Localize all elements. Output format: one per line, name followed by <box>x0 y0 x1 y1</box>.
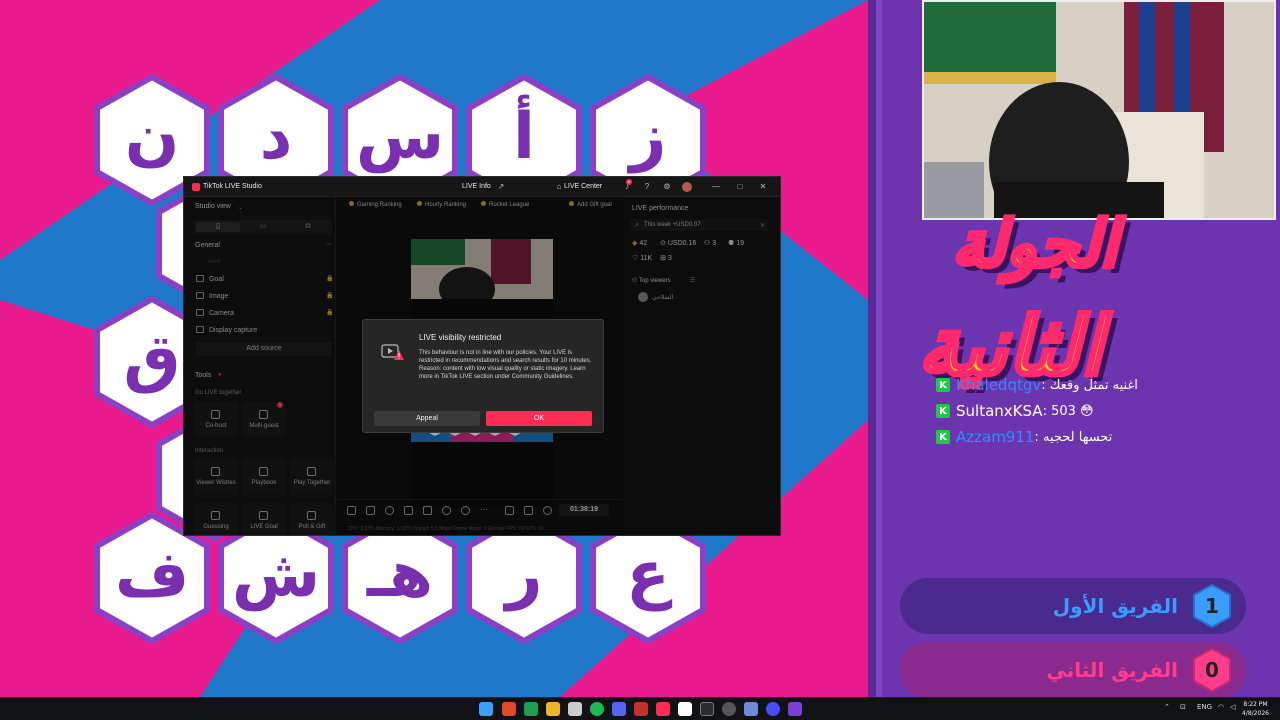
chat-badge: K <box>936 378 950 392</box>
clock-time: 8:22 PM <box>1243 701 1268 708</box>
language-indicator[interactable]: ENG <box>1197 703 1212 711</box>
share-icon[interactable]: ↗ <box>496 182 506 192</box>
dialog-title: LIVE visibility restricted <box>419 333 502 342</box>
chat-badge: K <box>936 430 950 444</box>
notepad-icon[interactable] <box>568 702 582 716</box>
capcut-icon[interactable] <box>678 702 692 716</box>
app-icon[interactable] <box>766 702 780 716</box>
brave-browser-icon[interactable] <box>502 702 516 716</box>
modal-overlay: LIVE visibility restricted This behaviou… <box>184 197 780 535</box>
help-icon[interactable]: ? <box>642 182 652 192</box>
chat-message: K Khaledqtgv : اغنيه تمثل وقعك <box>936 372 1236 398</box>
start-icon[interactable] <box>479 702 493 716</box>
network-icon[interactable]: ⊡ <box>1180 703 1186 711</box>
team-one-points: 1 <box>1205 594 1219 618</box>
notification-badge: 6 <box>626 179 632 185</box>
volume-icon[interactable]: ◁ <box>1230 703 1235 711</box>
team-one-score: الفريق الأول 1 <box>900 578 1246 634</box>
spotify-icon[interactable] <box>590 702 604 716</box>
team-two-points: 0 <box>1205 658 1219 682</box>
home-icon: ⌂ <box>556 182 562 191</box>
chat-overlay: K Khaledqtgv : اغنيه تمثل وقعك K Sultanx… <box>936 372 1236 450</box>
clock-date: 4/8/2026 <box>1242 710 1269 717</box>
xbox-icon[interactable] <box>524 702 538 716</box>
team-one-name: الفريق الأول <box>1052 594 1178 618</box>
tiktok-studio-icon[interactable] <box>656 702 670 716</box>
chat-text: : 503 😳 <box>1042 403 1094 419</box>
chat-message: K SultanxKSA : 503 😳 <box>936 398 1236 424</box>
system-clock[interactable]: 8:22 PM 4/8/2026 <box>1242 700 1269 718</box>
windows-taskbar: ⌃ ⊡ ENG ◠ ◁ 8:22 PM 4/8/2026 <box>0 697 1280 720</box>
chat-text: : تحسها لحجيه <box>1034 429 1113 445</box>
minimize-icon[interactable]: — <box>711 182 721 192</box>
visibility-restricted-dialog: LIVE visibility restricted This behaviou… <box>362 319 604 433</box>
team-two-badge: 0 <box>1192 647 1232 693</box>
file-explorer-icon[interactable] <box>546 702 560 716</box>
maximize-icon[interactable]: □ <box>735 182 745 192</box>
webcam-feed <box>922 0 1276 220</box>
app-icon[interactable] <box>788 702 802 716</box>
tiktok-logo-icon <box>192 183 200 191</box>
chat-username: Khaledqtgv <box>956 376 1042 394</box>
team-two-score: الفريق الثاني 0 <box>900 642 1246 698</box>
chat-text: : اغنيه تمثل وقعك <box>1041 377 1138 393</box>
window-title: TikTok LIVE Studio <box>203 183 262 190</box>
round-title-line1: الجولة <box>950 206 1119 284</box>
chat-message: K Azzam911 : تحسها لحجيه <box>936 424 1236 450</box>
dialog-message: This behaviour is not in line with our p… <box>419 350 592 380</box>
window-titlebar[interactable]: TikTok LIVE Studio LIVE Info ↗ ⌂ LIVE Ce… <box>184 177 780 197</box>
live-info-title[interactable]: LIVE Info <box>462 183 491 190</box>
ok-button[interactable]: OK <box>486 411 592 426</box>
wifi-icon[interactable]: ◠ <box>1218 703 1224 711</box>
chat-username: Azzam911 <box>956 428 1035 446</box>
close-icon[interactable]: ✕ <box>758 182 768 192</box>
user-avatar[interactable] <box>682 182 692 192</box>
team-one-badge: 1 <box>1192 583 1232 629</box>
webcam-image <box>924 2 1274 218</box>
app-icon[interactable] <box>700 702 714 716</box>
discord-icon[interactable] <box>612 702 626 716</box>
live-center-button[interactable]: LIVE Center <box>564 183 602 190</box>
chat-username: SultanxKSA <box>956 402 1043 420</box>
team-two-name: الفريق الثاني <box>1046 658 1178 682</box>
tray-chevron-icon[interactable]: ⌃ <box>1164 703 1170 711</box>
discord-ptb-icon[interactable] <box>744 702 758 716</box>
settings-gear-icon[interactable]: ⚙ <box>662 182 672 192</box>
tiktok-live-studio-window: TikTok LIVE Studio LIVE Info ↗ ⌂ LIVE Ce… <box>183 176 781 536</box>
appeal-button[interactable]: Appeal <box>374 411 480 426</box>
obs-icon[interactable] <box>722 702 736 716</box>
restricted-video-icon <box>381 344 404 360</box>
youtube-icon[interactable] <box>634 702 648 716</box>
chat-badge: K <box>936 404 950 418</box>
